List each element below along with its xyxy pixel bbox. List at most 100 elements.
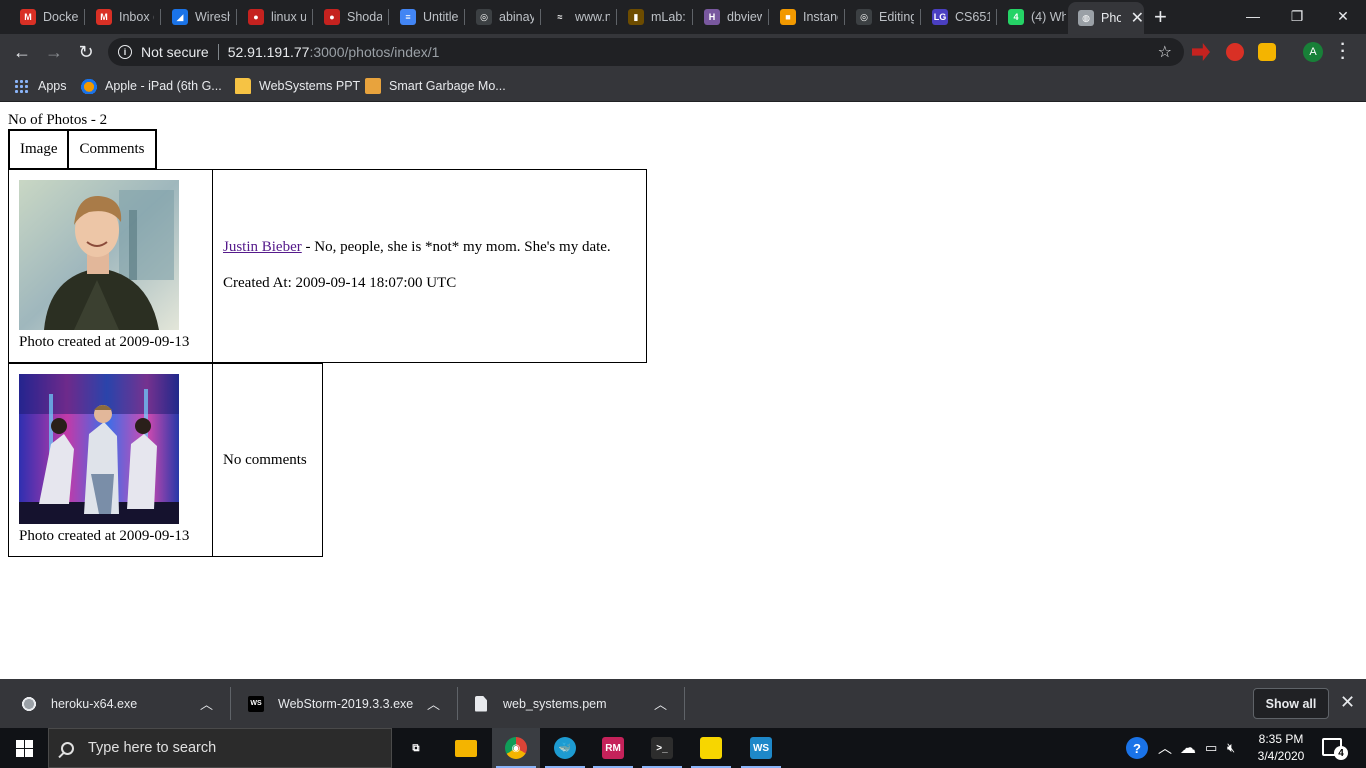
browser-tab[interactable]: ◎ Editing bbox=[846, 4, 914, 30]
terminal-taskbar-button[interactable]: >_ bbox=[638, 728, 686, 768]
browser-tab[interactable]: ≡ Untitle bbox=[390, 4, 458, 30]
battery-icon[interactable]: ▭ bbox=[1205, 728, 1217, 768]
extension-stop-icon[interactable] bbox=[1226, 43, 1244, 61]
close-tab-icon[interactable]: ✕ bbox=[1131, 8, 1144, 28]
browser-tab-strip: + — ❐ ✕ M Docke M Inbox ( ◢ Wiresh ● linux u ● Sh… bbox=[0, 0, 1366, 34]
browser-tab[interactable]: Hdbview bbox=[694, 4, 762, 30]
tab-separator bbox=[160, 9, 161, 25]
extension-yellow-icon[interactable] bbox=[1258, 43, 1276, 61]
bookmark-apple-ipad[interactable]: Apple - iPad (6th G... bbox=[81, 76, 222, 96]
bookmark-label: Smart Garbage Mo... bbox=[389, 79, 506, 93]
sticky-notes-taskbar-button[interactable] bbox=[687, 728, 735, 768]
help-icon[interactable]: ? bbox=[1126, 728, 1148, 768]
volume-muted-icon[interactable]: 🔇︎ bbox=[1227, 728, 1235, 768]
bookmark-apps[interactable]: Apps bbox=[14, 76, 67, 96]
info-icon[interactable]: i bbox=[118, 45, 132, 59]
photo-thumbnail[interactable] bbox=[19, 180, 179, 330]
tab-separator bbox=[616, 9, 617, 25]
chevron-up-icon[interactable]: ︿ bbox=[427, 694, 440, 713]
onedrive-cloud-icon[interactable]: ☁ bbox=[1180, 728, 1196, 768]
mlab-icon: ▮ bbox=[628, 9, 644, 25]
browser-tab[interactable]: LG CS651 bbox=[922, 4, 990, 30]
tab-title: Untitle bbox=[423, 10, 458, 24]
download-item-heroku[interactable]: heroku-x64.exe bbox=[21, 679, 137, 728]
browser-tab[interactable]: ≈ www.n bbox=[542, 4, 610, 30]
photo-comments-cell: No comments bbox=[212, 364, 323, 556]
browser-menu-icon[interactable]: · · · bbox=[1338, 37, 1348, 67]
chevron-up-icon[interactable]: ︿ bbox=[654, 694, 667, 713]
url-host[interactable]: 52.91.191.77 bbox=[228, 44, 310, 60]
comment-text: - No, people, she is *not* my mom. She's… bbox=[301, 239, 611, 255]
terminal-icon: >_ bbox=[651, 737, 673, 759]
chrome-taskbar-button[interactable]: ◉ bbox=[492, 728, 540, 768]
browser-tab[interactable]: ▮ mLab: bbox=[618, 4, 686, 30]
downloads-shelf: heroku-x64.exe ︿ WS WebStorm-2019.3.3.ex… bbox=[0, 679, 1366, 728]
tab-separator bbox=[236, 9, 237, 25]
file-explorer-taskbar-button[interactable] bbox=[442, 728, 490, 768]
start-button[interactable] bbox=[0, 728, 48, 768]
tab-separator bbox=[388, 9, 389, 25]
webstorm-taskbar-button[interactable]: WS bbox=[737, 728, 785, 768]
forward-arrow-icon[interactable]: → bbox=[42, 40, 66, 64]
photo-row: Photo created at 2009-09-13 Justin Biebe… bbox=[8, 169, 647, 363]
windows-logo-icon bbox=[15, 739, 33, 757]
sticky-notes-icon bbox=[700, 737, 722, 759]
download-item-webstorm[interactable]: WS WebStorm-2019.3.3.exe bbox=[248, 679, 413, 728]
tab-title: Docke bbox=[43, 10, 78, 24]
browser-tab[interactable]: ● Shodan bbox=[314, 4, 382, 30]
tab-title: Instanc bbox=[803, 10, 838, 24]
tab-separator bbox=[84, 9, 85, 25]
taskbar-search-box[interactable]: Type here to search bbox=[48, 728, 392, 768]
browser-tab[interactable]: M Docke bbox=[10, 4, 78, 30]
photo-image-cell: Photo created at 2009-09-13 bbox=[9, 170, 213, 362]
restore-button[interactable]: ❐ bbox=[1274, 4, 1320, 28]
heroku-icon: H bbox=[704, 9, 720, 25]
photo-thumbnail[interactable] bbox=[19, 374, 179, 524]
docker-taskbar-button[interactable]: 🐳 bbox=[541, 728, 589, 768]
reload-icon[interactable]: ↻ bbox=[74, 40, 98, 64]
url-path[interactable]: :3000/photos/index/1 bbox=[309, 44, 439, 60]
tab-title: CS651 bbox=[955, 10, 990, 24]
minimize-button[interactable]: — bbox=[1230, 4, 1276, 28]
bookmark-label: Apps bbox=[38, 79, 67, 93]
aws-icon: ■ bbox=[780, 9, 796, 25]
browser-tab[interactable]: ■ Instanc bbox=[770, 4, 838, 30]
tab-title: abinay bbox=[499, 10, 534, 24]
back-arrow-icon[interactable]: ← bbox=[10, 40, 34, 64]
tab-separator bbox=[464, 9, 465, 25]
github-icon: ◎ bbox=[476, 9, 492, 25]
close-downloads-icon[interactable]: ✕ bbox=[1340, 692, 1355, 713]
close-window-button[interactable]: ✕ bbox=[1320, 4, 1366, 28]
security-label[interactable]: Not secure bbox=[141, 44, 209, 60]
comment-entry: Justin Bieber - No, people, she is *not*… bbox=[223, 239, 611, 256]
tab-separator bbox=[768, 9, 769, 25]
browser-tab[interactable]: ● linux u bbox=[238, 4, 306, 30]
bookmark-label: WebSystems PPT bbox=[259, 79, 361, 93]
search-placeholder: Type here to search bbox=[88, 740, 217, 756]
profile-avatar[interactable]: A bbox=[1303, 42, 1323, 62]
taskbar-clock[interactable]: 8:35 PM 3/4/2020 bbox=[1250, 731, 1312, 765]
browser-tab[interactable]: M Inbox ( bbox=[86, 4, 154, 30]
folder-icon bbox=[235, 78, 251, 94]
rubymine-taskbar-button[interactable]: RM bbox=[589, 728, 637, 768]
tab-title: mLab: bbox=[651, 10, 686, 24]
show-all-downloads-button[interactable]: Show all bbox=[1253, 688, 1329, 719]
new-tab-button[interactable]: + bbox=[1154, 6, 1167, 28]
browser-tab[interactable]: ◢ Wiresh bbox=[162, 4, 230, 30]
address-bar[interactable]: i Not secure 52.91.191.77:3000/photos/in… bbox=[108, 38, 1184, 66]
bookmark-websystems-ppt[interactable]: WebSystems PPT bbox=[235, 76, 360, 96]
comment-author-link[interactable]: Justin Bieber bbox=[223, 239, 302, 255]
extension-red-arrow-icon[interactable] bbox=[1192, 43, 1210, 61]
bookmark-star-icon[interactable]: ☆ bbox=[1158, 42, 1172, 62]
browser-tab[interactable]: 4 (4) Wh bbox=[998, 4, 1066, 30]
download-item-pem[interactable]: web_systems.pem bbox=[475, 679, 607, 728]
task-view-taskbar-button[interactable]: ⧉ bbox=[392, 728, 440, 768]
chevron-up-icon[interactable]: ︿ bbox=[200, 694, 213, 713]
no-comments-text: No comments bbox=[223, 452, 307, 468]
browser-tab[interactable]: ◍ Phot ✕ bbox=[1068, 2, 1144, 34]
tab-separator bbox=[920, 9, 921, 25]
browser-tab[interactable]: ◎ abinay bbox=[466, 4, 534, 30]
comment-created-at: Created At: 2009-09-14 18:07:00 UTC bbox=[223, 275, 457, 291]
bookmark-smart-garbage[interactable]: Smart Garbage Mo... bbox=[365, 76, 506, 96]
tray-chevron-up-icon[interactable]: ︿ bbox=[1158, 728, 1172, 768]
